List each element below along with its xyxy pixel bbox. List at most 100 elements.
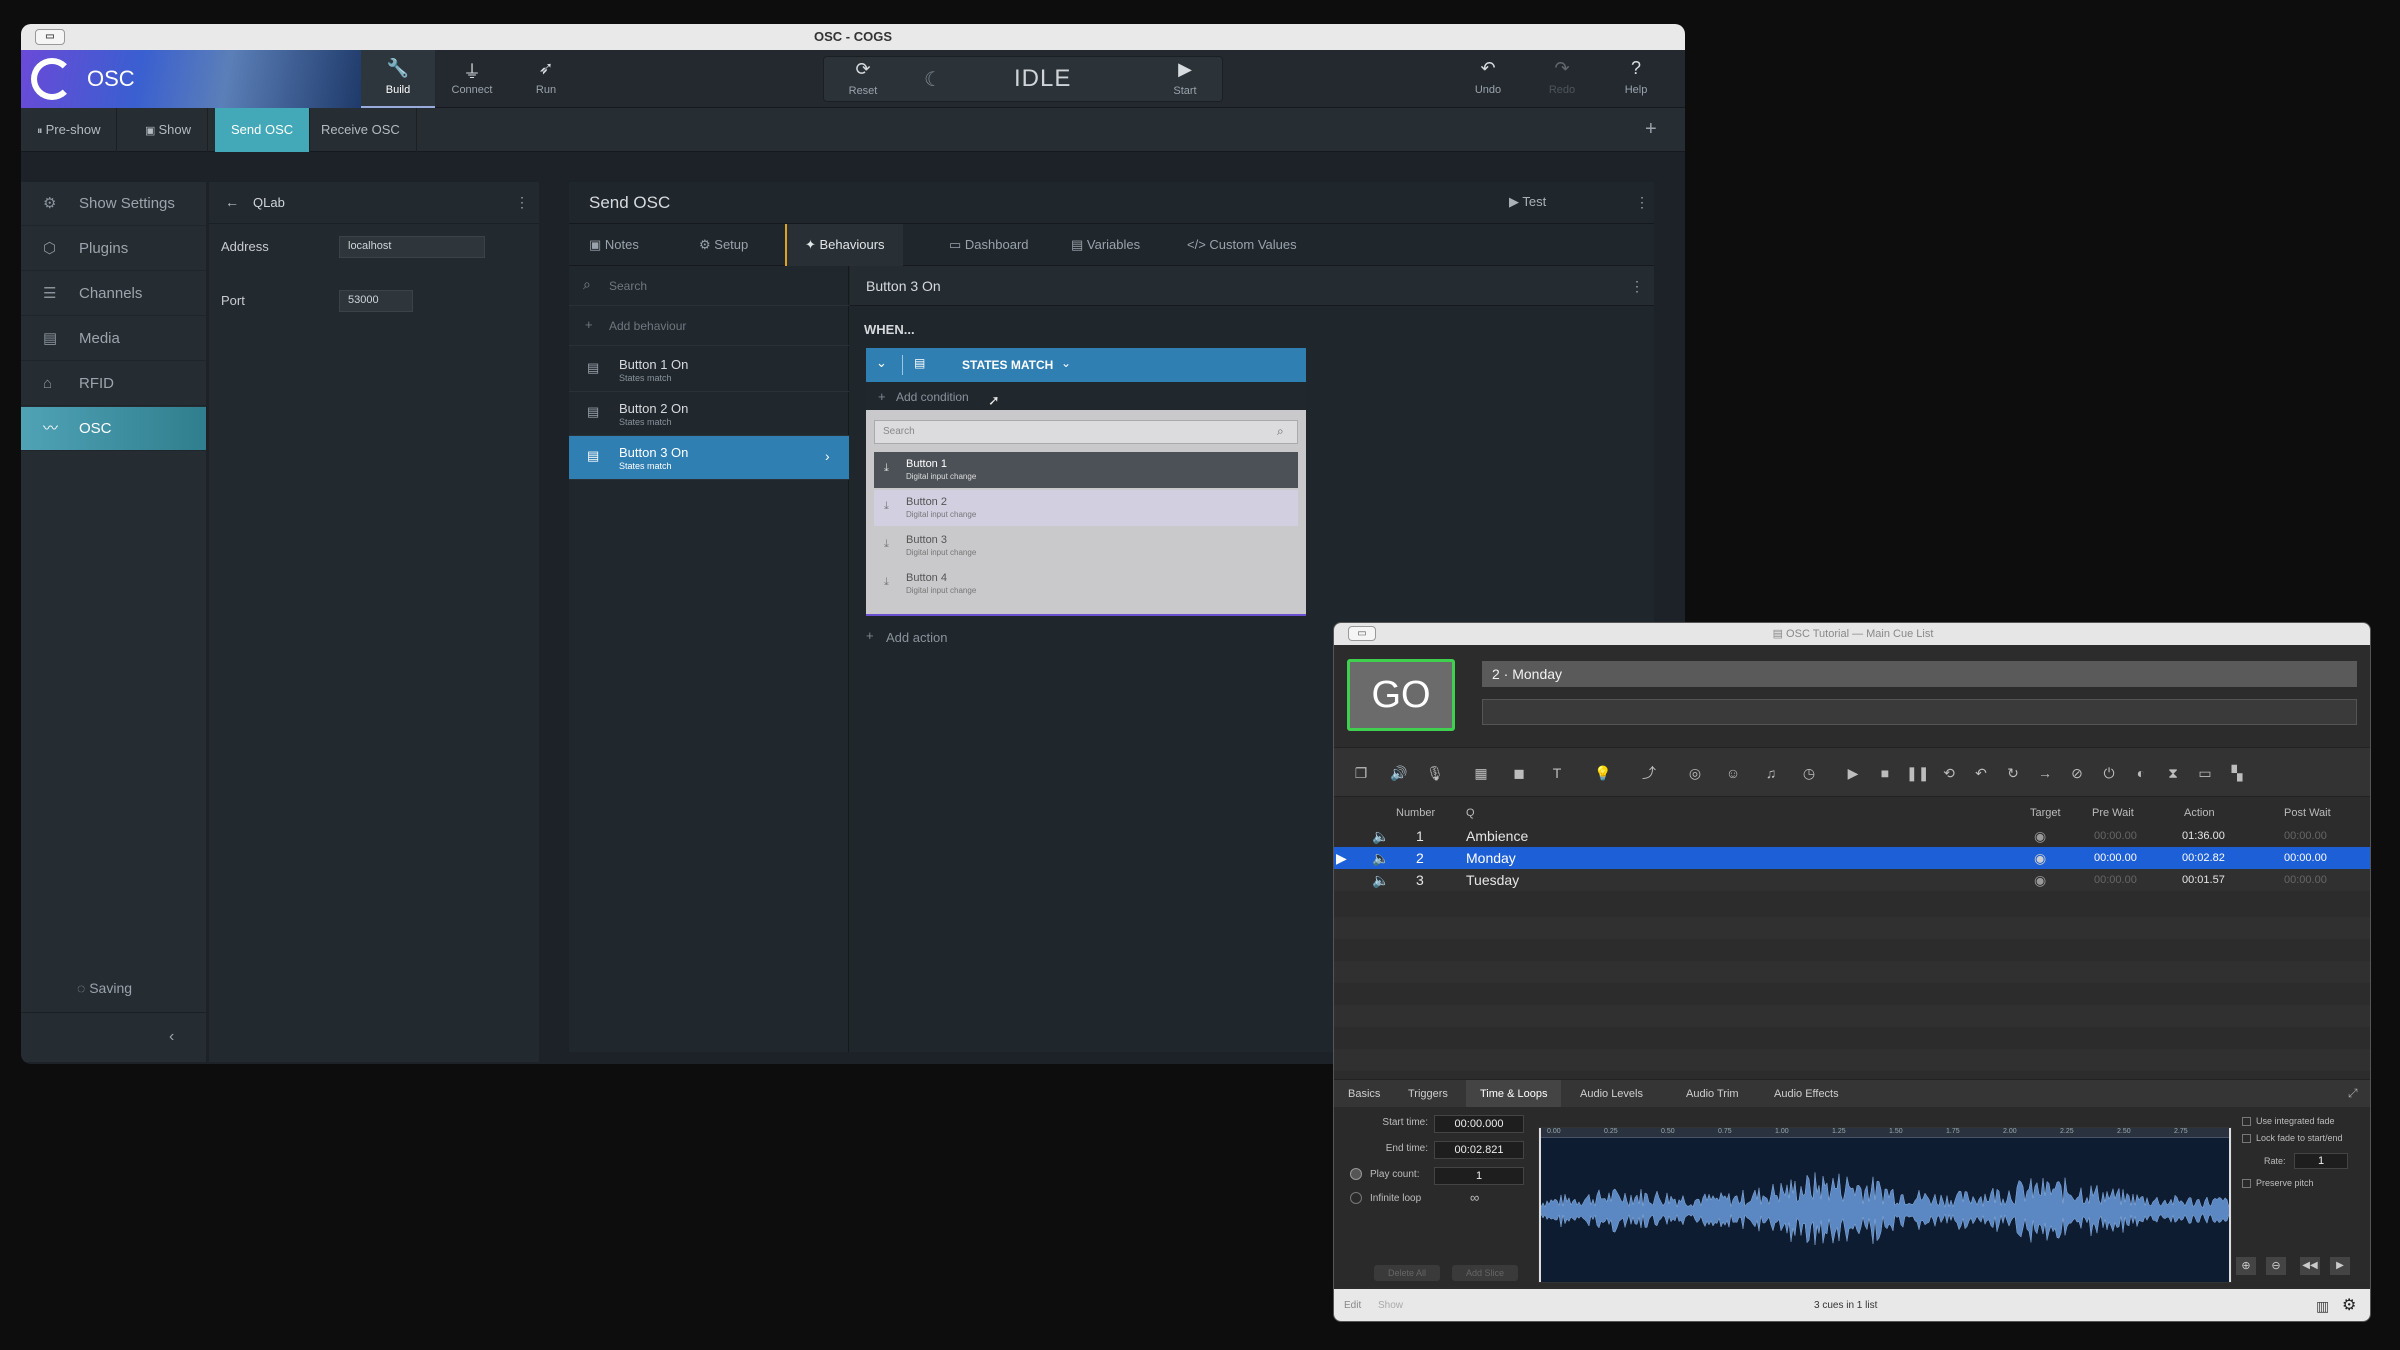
fade-cue-icon[interactable]: ⤴ xyxy=(1638,762,1660,784)
load-cue-icon[interactable]: ⟲ xyxy=(1938,762,1960,784)
col-post-wait[interactable]: Post Wait xyxy=(2284,807,2331,819)
col-pre-wait[interactable]: Pre Wait xyxy=(2092,807,2134,819)
timecode-cue-icon[interactable]: ◷ xyxy=(1798,762,1820,784)
video-cue-icon[interactable]: ▦ xyxy=(1470,762,1492,784)
condition-header[interactable]: ⌄ ▤ STATES MATCH ⌄ xyxy=(866,348,1306,382)
end-marker[interactable] xyxy=(2229,1128,2231,1282)
light-cue-icon[interactable]: 💡 xyxy=(1592,762,1614,784)
tab-audio-effects[interactable]: Audio Effects xyxy=(1760,1080,1853,1108)
tab-receive-osc[interactable]: Receive OSC xyxy=(305,108,417,152)
zoom-in-icon[interactable]: ⊕ xyxy=(2236,1257,2256,1275)
preserve-pitch-checkbox[interactable] xyxy=(2242,1179,2251,1188)
dropdown-search-input[interactable]: Search ⌕ xyxy=(874,420,1298,444)
cue-row[interactable]: 🔈 1 Ambience ◉ 00:00.00 01:36.00 00:00.0… xyxy=(1334,825,2370,847)
col-action[interactable]: Action xyxy=(2184,807,2215,819)
behaviour-item-selected[interactable]: ▤ Button 3 On States match › xyxy=(569,436,849,480)
zoom-out-icon[interactable]: ⊖ xyxy=(2266,1257,2286,1275)
text-cue-icon[interactable]: T xyxy=(1546,762,1568,784)
music-cue-icon[interactable]: ♫ xyxy=(1760,762,1782,784)
wait-cue-icon[interactable]: ⧗ xyxy=(2162,762,2184,784)
waveform-display[interactable]: 0.00 0.25 0.50 0.75 1.00 1.25 1.50 1.75 2.00 2.25… xyxy=(1538,1127,2232,1283)
col-q[interactable]: Q xyxy=(1466,807,1475,819)
reset-button[interactable]: ⟳ Reset xyxy=(824,51,902,109)
list-view-icon[interactable]: ▥ xyxy=(2316,1289,2329,1321)
cue-notes-field[interactable] xyxy=(1482,699,2357,725)
start-cue-icon[interactable]: ▶ xyxy=(1842,762,1864,784)
tab-send-osc[interactable]: Send OSC xyxy=(215,108,311,152)
start-marker[interactable] xyxy=(1539,1128,1541,1282)
target-cue-icon[interactable]: ⊘ xyxy=(2066,762,2088,784)
connect-button[interactable]: ⏚ Connect xyxy=(435,50,509,108)
tab-notes[interactable]: ▣ Notes xyxy=(589,224,639,266)
mic-cue-icon[interactable]: 🎙 xyxy=(1424,762,1446,784)
sidebar-item-media[interactable]: ▤ Media xyxy=(21,317,206,361)
tab-behaviours[interactable]: ✦ Behaviours xyxy=(785,224,903,266)
add-behaviour-button[interactable]: + Add behaviour xyxy=(569,306,849,346)
cue-list-empty-area[interactable] xyxy=(1334,895,2370,1073)
edit-mode-button[interactable]: Edit xyxy=(1344,1289,1361,1321)
current-cue-name[interactable]: 2 · Monday xyxy=(1482,661,2357,687)
sidebar-item-osc[interactable]: 〰 OSC xyxy=(21,407,206,451)
cue-row-selected[interactable]: ▶ 🔈 2 Monday ◉ 00:00.00 00:02.82 00:00.0… xyxy=(1334,847,2370,869)
add-condition-button[interactable]: + Add condition ➚ xyxy=(866,382,1306,410)
go-button[interactable]: GO xyxy=(1347,659,1455,731)
tab-setup[interactable]: ⚙ Setup xyxy=(699,224,748,266)
audio-cue-icon[interactable]: 🔊 xyxy=(1388,762,1410,784)
pause-cue-icon[interactable]: ❚❚ xyxy=(1906,762,1929,784)
kebab-menu-icon[interactable]: ⋮ xyxy=(1630,278,1644,295)
tab-audio-trim[interactable]: Audio Trim xyxy=(1672,1080,1753,1108)
add-action-button[interactable]: + Add action xyxy=(866,622,1306,650)
start-time-field[interactable]: 00:00.000 xyxy=(1434,1115,1524,1133)
run-button[interactable]: ➶ Run xyxy=(509,50,583,108)
midi-cue-icon[interactable]: ☺ xyxy=(1722,762,1744,784)
play-count-radio[interactable] xyxy=(1350,1168,1362,1180)
help-button[interactable]: ? Help xyxy=(1599,50,1673,108)
settings-gear-icon[interactable]: ⚙ xyxy=(2342,1289,2356,1321)
redo-button[interactable]: ↷ Redo xyxy=(1525,50,1599,108)
behaviour-item[interactable]: ▤ Button 2 On States match xyxy=(569,392,849,436)
behaviour-item[interactable]: ▤ Button 1 On States match xyxy=(569,348,849,392)
script-cue-icon[interactable]: ▚ xyxy=(2226,762,2248,784)
tab-pre-show[interactable]: ⏸ Pre-show xyxy=(21,108,118,152)
kebab-menu-icon[interactable]: ⋮ xyxy=(515,194,529,211)
devamp-cue-icon[interactable]: ↻ xyxy=(2002,762,2024,784)
network-cue-icon[interactable]: ◎ xyxy=(1684,762,1706,784)
rate-field[interactable]: 1 xyxy=(2294,1153,2348,1169)
camera-cue-icon[interactable]: ◼ xyxy=(1508,762,1530,784)
sidebar-item-rfid[interactable]: ⌂ RFID xyxy=(21,362,206,406)
tab-time-loops[interactable]: Time & Loops xyxy=(1466,1080,1562,1108)
dropdown-item[interactable]: ⤓ Button 4 Digital input change xyxy=(874,566,1298,602)
memo-cue-icon[interactable]: ▭ xyxy=(2194,762,2216,784)
preview-play-icon[interactable]: ▶ xyxy=(2330,1257,2350,1275)
dropdown-item[interactable]: ⤓ Button 1 Digital input change xyxy=(874,452,1298,488)
build-button[interactable]: 🔧 Build xyxy=(361,50,435,108)
address-field[interactable]: localhost xyxy=(339,236,485,258)
chevron-down-icon[interactable]: ⌄ xyxy=(876,355,887,371)
behaviour-name[interactable]: Button 3 On xyxy=(866,278,941,294)
reset-cue-icon[interactable]: ↶ xyxy=(1970,762,1992,784)
goto-cue-icon[interactable]: → xyxy=(2034,762,2056,784)
chevron-down-icon[interactable]: ⌄ xyxy=(1061,356,1071,370)
disarm-cue-icon[interactable]: ◐ xyxy=(2130,762,2152,784)
dropdown-item[interactable]: ⤓ Button 2 Digital input change xyxy=(874,490,1298,526)
add-tab-button[interactable]: + xyxy=(1645,118,1657,141)
tab-show[interactable]: ▣ Show xyxy=(129,108,208,152)
sidebar-toggle-icon[interactable]: ▭ xyxy=(35,29,65,45)
tab-triggers[interactable]: Triggers xyxy=(1394,1080,1462,1108)
cue-row[interactable]: 🔈 3 Tuesday ◉ 00:00.00 00:01.57 00:00.00 xyxy=(1334,869,2370,891)
group-cue-icon[interactable]: ❐ xyxy=(1350,762,1372,784)
rewind-icon[interactable]: ◀◀ xyxy=(2300,1257,2320,1275)
collapse-sidebar-icon[interactable]: ‹ xyxy=(169,1028,174,1046)
infinite-loop-radio[interactable] xyxy=(1350,1192,1362,1204)
tab-variables[interactable]: ▤ Variables xyxy=(1071,224,1140,266)
integrated-fade-checkbox[interactable] xyxy=(2242,1117,2251,1126)
tab-dashboard[interactable]: ▭ Dashboard xyxy=(949,224,1029,266)
port-field[interactable]: 53000 xyxy=(339,290,413,312)
undo-button[interactable]: ↶ Undo xyxy=(1451,50,1525,108)
popout-icon[interactable]: ⤢ xyxy=(2348,1086,2358,1101)
back-arrow-icon[interactable]: ← xyxy=(225,194,239,210)
end-time-field[interactable]: 00:02.821 xyxy=(1434,1141,1524,1159)
test-button[interactable]: ▶ Test xyxy=(1509,194,1546,210)
sidebar-item-channels[interactable]: ☰ Channels xyxy=(21,272,206,316)
tab-basics[interactable]: Basics xyxy=(1334,1080,1394,1108)
